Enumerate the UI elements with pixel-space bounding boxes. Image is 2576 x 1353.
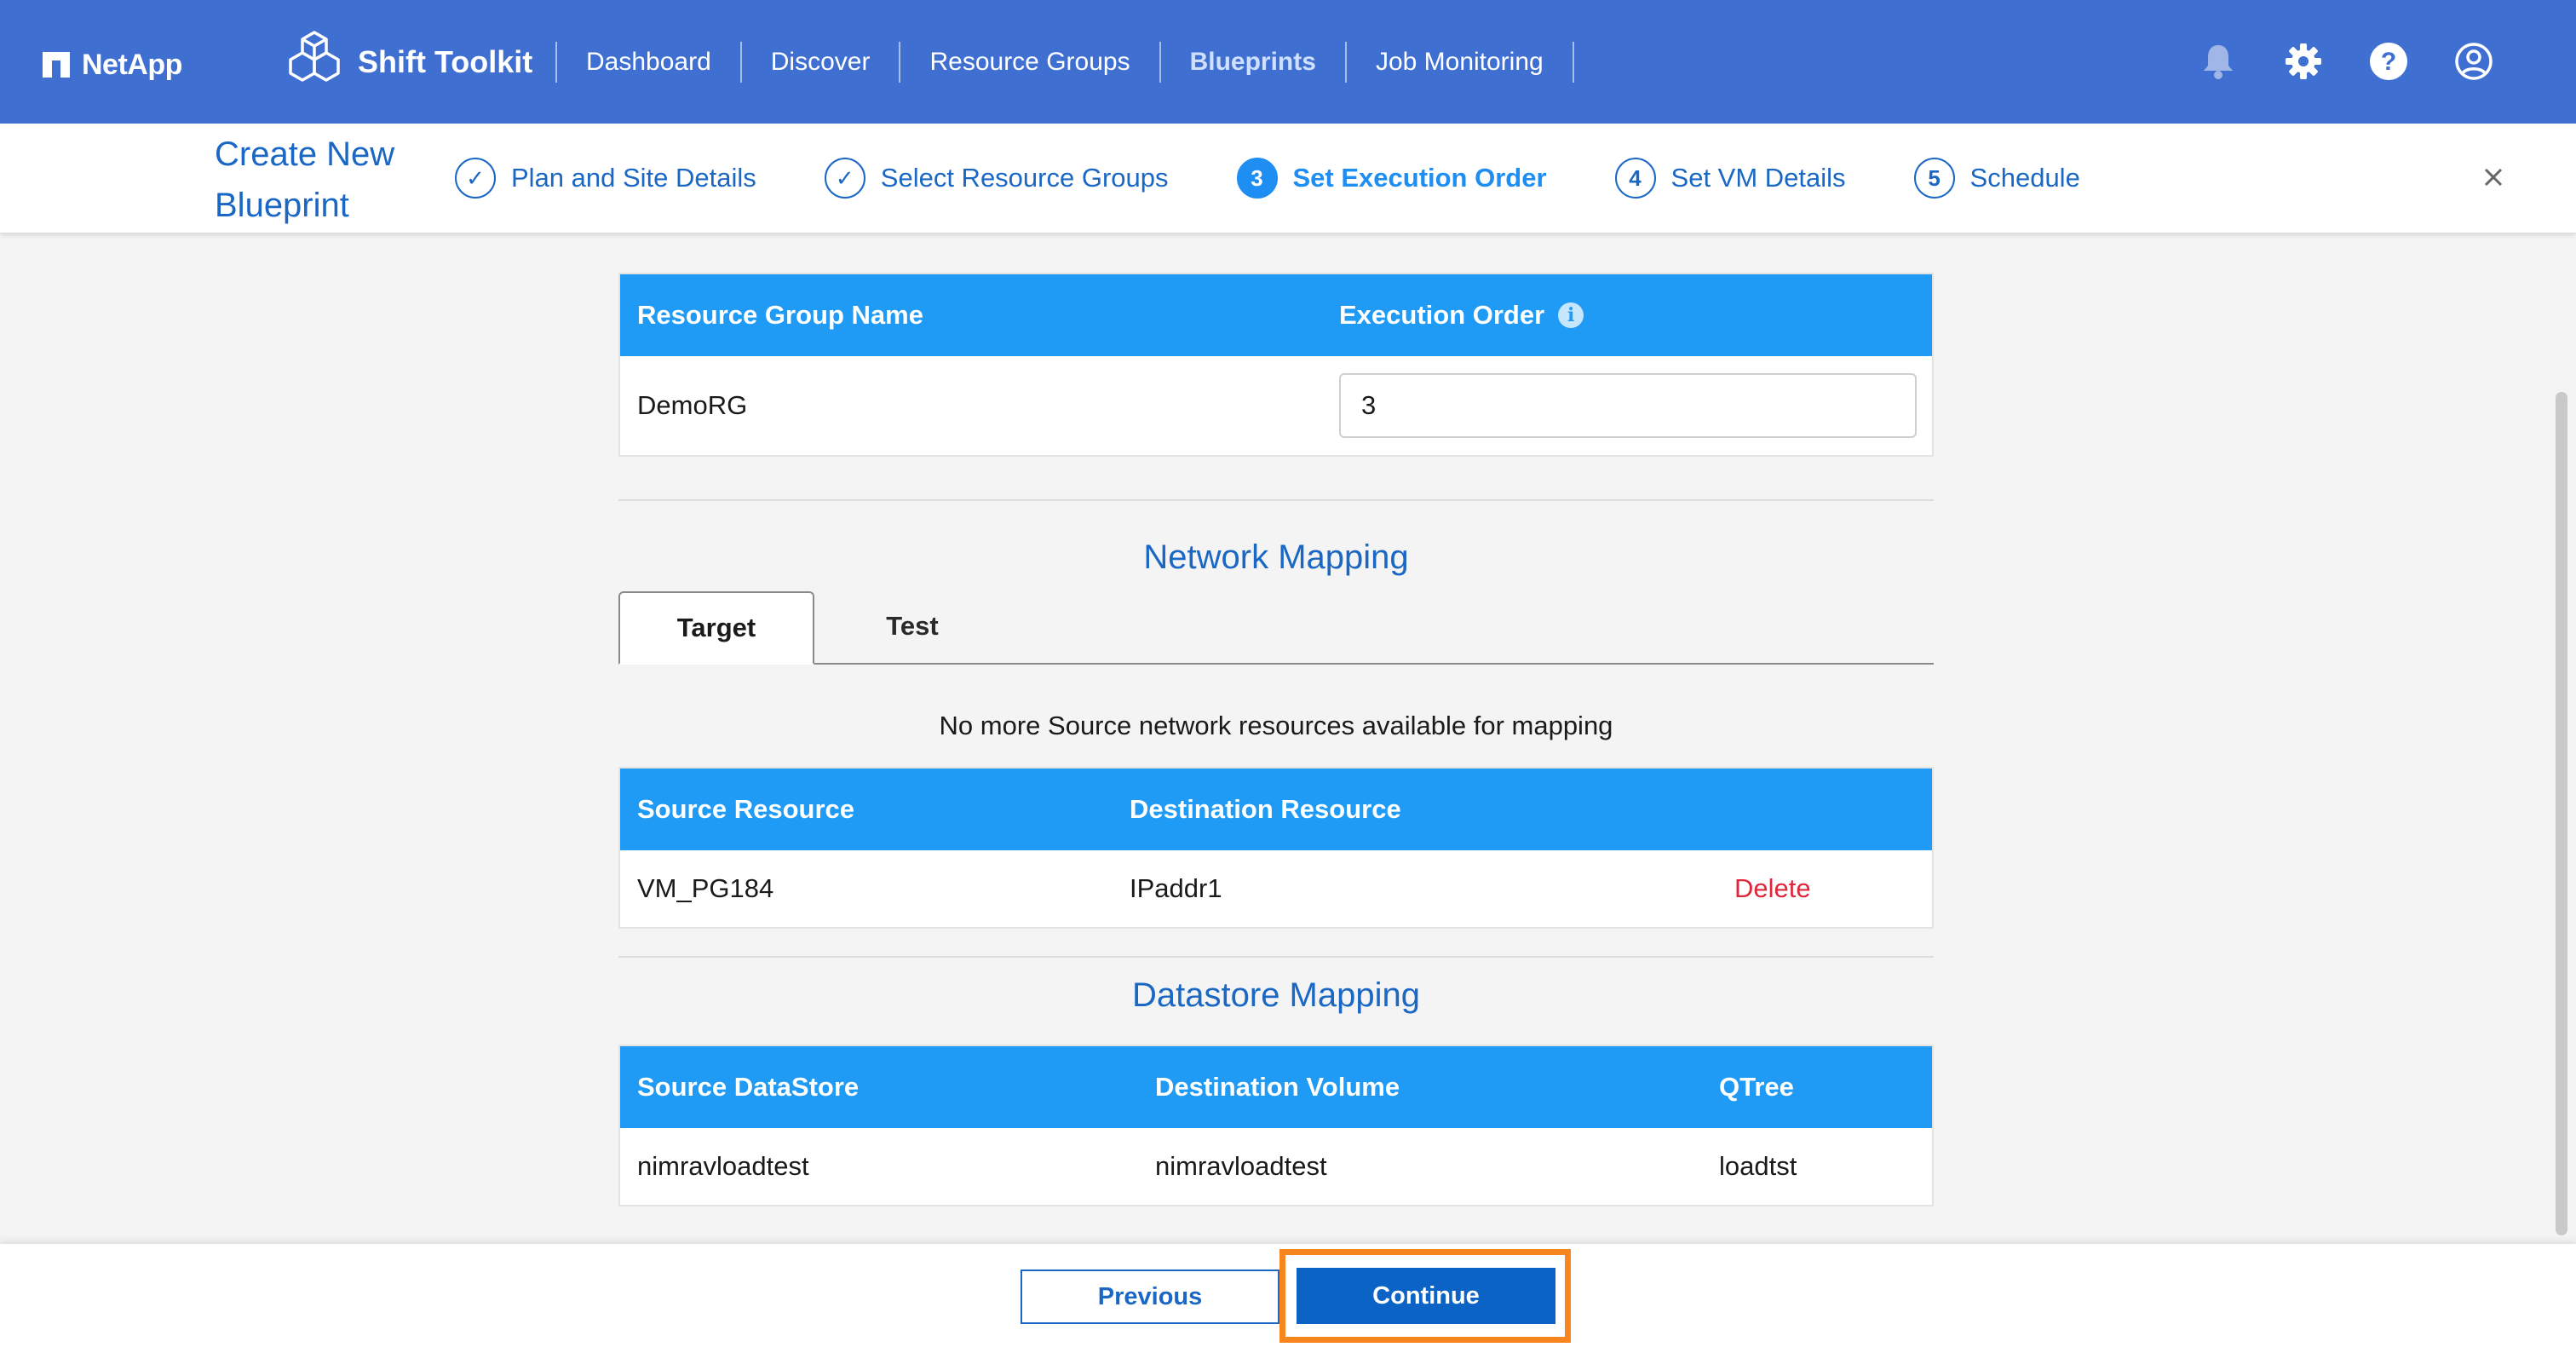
section-divider [618, 956, 1934, 958]
check-circle-icon: ✓ [455, 158, 496, 199]
shift-toolkit-icon [286, 29, 342, 96]
destination-resource: IPaddr1 [1130, 873, 1222, 903]
top-icon-group: ? [2198, 41, 2494, 82]
svg-text:?: ? [2381, 48, 2396, 76]
wizard-header: Create New Blueprint ✓ Plan and Site Det… [0, 124, 2576, 233]
column-header: Source DataStore [637, 1072, 860, 1102]
step-label: Plan and Site Details [511, 163, 756, 193]
user-account-icon[interactable] [2453, 41, 2494, 82]
top-navigation-bar: NetApp Shift Toolkit Dashboard Discover … [0, 0, 2576, 124]
blueprint-content: Resource Group Name Execution Order i De… [618, 273, 1934, 1206]
step-schedule[interactable]: 5 Schedule [1913, 158, 2080, 199]
datastore-mapping-title: Datastore Mapping [1132, 976, 1420, 1014]
nav-blueprints[interactable]: Blueprints [1161, 42, 1347, 83]
column-header-label: Execution Order [1339, 300, 1545, 330]
app-brand[interactable]: Shift Toolkit [286, 29, 533, 96]
wizard-title-line2: Blueprint [215, 187, 349, 224]
source-datastore: nimravloadtest [637, 1151, 809, 1181]
row-actions: Delete [1717, 873, 1932, 904]
qtree-value: loadtst [1719, 1151, 1797, 1181]
nav-discover[interactable]: Discover [742, 42, 901, 83]
step-label: Set Execution Order [1292, 163, 1547, 193]
tab-test[interactable]: Test [814, 590, 1010, 663]
table-row: VM_PG184 IPaddr1 Delete [620, 850, 1932, 927]
table-header: Source Resource Destination Resource [620, 769, 1932, 850]
no-network-resources-message: No more Source network resources availab… [939, 711, 1613, 740]
vertical-scrollbar[interactable] [2556, 392, 2567, 1235]
column-header: Resource Group Name [637, 300, 923, 330]
section-divider [618, 499, 1934, 501]
wizard-title-line1: Create New [215, 135, 395, 173]
step-number-badge: 5 [1913, 158, 1955, 199]
network-mapping-table: Source Resource Destination Resource VM_… [618, 767, 1934, 929]
nav-dashboard[interactable]: Dashboard [555, 42, 742, 83]
nav-resource-groups[interactable]: Resource Groups [900, 42, 1161, 83]
column-header: Destination Volume [1155, 1072, 1400, 1102]
step-set-execution-order[interactable]: 3 Set Execution Order [1236, 158, 1547, 199]
step-select-resource-groups[interactable]: ✓ Select Resource Groups [824, 158, 1169, 199]
previous-button[interactable]: Previous [1021, 1270, 1279, 1324]
table-row: nimravloadtest nimravloadtest loadtst [620, 1128, 1932, 1205]
step-label: Set VM Details [1670, 163, 1846, 193]
bell-icon[interactable] [2198, 41, 2239, 82]
wizard-steps: ✓ Plan and Site Details ✓ Select Resourc… [455, 156, 2148, 200]
step-number-badge: 4 [1614, 158, 1656, 199]
network-mapping-tabs: Target Test [618, 591, 1934, 665]
nav-job-monitoring[interactable]: Job Monitoring [1347, 42, 1574, 83]
column-header-execution-order: Execution Order i [1322, 300, 1932, 331]
help-icon[interactable]: ? [2368, 41, 2409, 82]
resource-group-table: Resource Group Name Execution Order i De… [618, 273, 1934, 457]
execution-order-cell [1322, 373, 1932, 438]
netapp-logo-icon [43, 52, 70, 78]
execution-order-input[interactable] [1339, 373, 1917, 438]
resource-group-name: DemoRG [637, 390, 748, 420]
table-row: DemoRG [620, 356, 1932, 455]
network-mapping-title: Network Mapping [1143, 538, 1409, 576]
gear-icon[interactable] [2283, 41, 2324, 82]
info-icon[interactable]: i [1558, 302, 1584, 328]
netapp-logo-text: NetApp [82, 48, 182, 81]
check-circle-icon: ✓ [824, 158, 865, 199]
table-header: Source DataStore Destination Volume QTre… [620, 1046, 1932, 1128]
close-icon[interactable] [2479, 163, 2508, 192]
step-set-vm-details[interactable]: 4 Set VM Details [1614, 158, 1846, 199]
wizard-title: Create New Blueprint [215, 129, 394, 231]
app-title: Shift Toolkit [358, 44, 533, 79]
destination-volume: nimravloadtest [1155, 1151, 1327, 1181]
main-nav: Dashboard Discover Resource Groups Bluep… [555, 34, 1574, 90]
delete-mapping-link[interactable]: Delete [1734, 873, 1811, 904]
table-header: Resource Group Name Execution Order i [620, 274, 1932, 356]
tab-target[interactable]: Target [618, 591, 814, 665]
continue-button[interactable]: Continue [1297, 1268, 1555, 1324]
datastore-mapping-table: Source DataStore Destination Volume QTre… [618, 1045, 1934, 1206]
step-label: Schedule [1969, 163, 2080, 193]
step-number-badge: 3 [1236, 158, 1278, 199]
netapp-logo[interactable]: NetApp [43, 43, 182, 87]
column-header: Source Resource [637, 794, 854, 824]
source-resource: VM_PG184 [637, 873, 774, 903]
column-header: QTree [1719, 1072, 1794, 1102]
step-label: Select Resource Groups [880, 163, 1169, 193]
column-header: Destination Resource [1130, 794, 1401, 824]
step-plan-and-site-details[interactable]: ✓ Plan and Site Details [455, 158, 756, 199]
